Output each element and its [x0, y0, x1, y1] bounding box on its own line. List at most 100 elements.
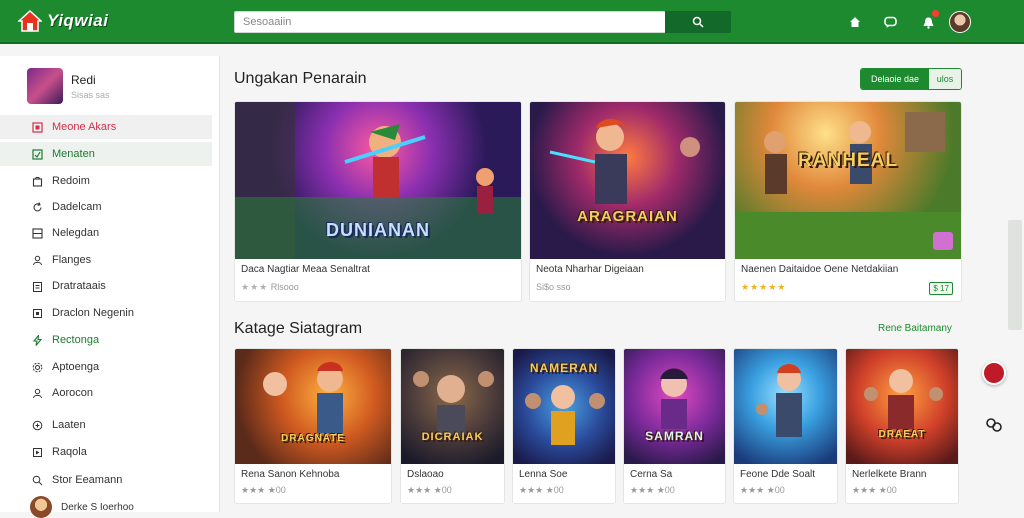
floating-record-button[interactable] — [982, 361, 1006, 385]
game-title: Rena Sanon Kehnoba — [241, 469, 340, 480]
sidebar-item-label: Draclon Negenin — [52, 307, 134, 319]
profile-card[interactable]: Redi Sisas sas — [27, 68, 110, 104]
game-thumbnail: ARAGRAIAN — [530, 102, 725, 259]
user-avatar[interactable] — [949, 11, 971, 33]
sidebar-item-label: Dratrataais — [52, 280, 106, 292]
footer-user-name: Derke S Ioerhoo — [61, 501, 134, 513]
sidebar-item-menu[interactable]: Menaten — [0, 142, 212, 166]
rating-stars: ★★★★★ — [741, 282, 787, 292]
game-thumbnail: DUNIANAN — [235, 102, 521, 259]
logo[interactable]: Yiqwiai — [18, 9, 108, 33]
game-title: Feone Dde Soalt — [740, 469, 816, 480]
game-card[interactable]: DICRAIAK Dslaoao ★★★ ★00 — [400, 348, 505, 504]
flag-icon — [31, 446, 43, 458]
sidebar-item-store[interactable]: Redoim — [0, 169, 212, 193]
game-card[interactable]: DRAGNATE Rena Sanon Kehnoba ★★★ ★00 — [234, 348, 392, 504]
game-rating: ★★★ ★00 — [407, 485, 452, 495]
game-title: Neota Nharhar Digeiaan — [536, 264, 644, 275]
sidebar-item-stats[interactable]: Dratrataais — [0, 274, 212, 298]
game-title: Lenna Soe — [519, 469, 568, 480]
circle-plus-icon — [31, 419, 43, 431]
sidebar-item-home[interactable]: Meone Akars — [0, 115, 212, 139]
game-thumbnail: SAMRAN — [624, 349, 725, 464]
sidebar-item-rewards[interactable]: Rectonga — [0, 328, 212, 352]
game-rating: ★★★ ★00 — [630, 485, 675, 495]
game-logo-text: DRAGNATE — [281, 433, 345, 444]
link-icon[interactable] — [985, 416, 1003, 434]
game-title: Cerna Sa — [630, 469, 673, 480]
toggle-option-active[interactable]: Delaoie dae — [861, 69, 929, 89]
sidebar-footer-user[interactable]: Derke S Ioerhoo — [30, 496, 134, 518]
game-rating: ★★★ ★00 — [852, 485, 897, 495]
game-rating: ★★★ Rlsooo — [241, 282, 299, 293]
game-title: Nerlelkete Brann — [852, 469, 927, 480]
game-thumbnail: RANHEAL — [735, 102, 961, 259]
sidebar-item-settings[interactable]: Aptoenga — [0, 355, 212, 379]
chat-icon[interactable] — [881, 13, 899, 31]
profile-subtitle: Sisas sas — [71, 89, 110, 100]
gear-icon — [31, 361, 43, 373]
sidebar-item-help[interactable]: Laaten — [0, 413, 212, 437]
game-rating: ★★★ ★00 — [519, 485, 564, 495]
game-title: Daca Nagtiar Meaa Senaltrat — [241, 264, 370, 275]
game-thumbnail: NAMERAN — [513, 349, 615, 464]
sidebar-item-download[interactable]: Dadelcam — [0, 195, 212, 219]
sidebar-item-label: Flanges — [52, 254, 92, 266]
game-card[interactable]: Feone Dde Soalt ★★★ ★00 — [733, 348, 838, 504]
sidebar-item-label: Aptoenga — [52, 361, 100, 373]
rating-count: Rlsooo — [270, 282, 299, 292]
game-logo-text: DICRAIAK — [421, 431, 484, 443]
featured-game-card[interactable]: RANHEAL Naenen Daitaidoe Oene Netdakiian… — [734, 101, 962, 302]
search-input[interactable]: Sesoaaiin — [234, 11, 666, 33]
game-card[interactable]: SAMRAN Cerna Sa ★★★ ★00 — [623, 348, 726, 504]
sidebar-item-account[interactable]: Aorocon — [0, 381, 212, 405]
game-title: Dslaoao — [407, 469, 444, 480]
view-toggle[interactable]: Delaoie dae ulos — [860, 68, 962, 90]
notification-bell-icon[interactable] — [919, 10, 939, 31]
game-logo-text: NAMERAN — [529, 361, 599, 375]
sidebar-item-label: Aorocon — [52, 387, 93, 399]
sidebar-item-logout[interactable]: Stor Eeamann — [0, 468, 212, 492]
sidebar-item-library[interactable]: Nelegdan — [0, 221, 212, 245]
sidebar-item-label: Raqola — [52, 446, 87, 458]
scrollbar[interactable] — [1008, 220, 1022, 330]
game-thumbnail — [734, 349, 837, 464]
featured-game-card[interactable]: ARAGRAIAN Neota Nharhar Digeiaan Si$o ss… — [529, 101, 726, 302]
home-icon[interactable] — [846, 13, 864, 31]
rating-stars: ★★★ — [241, 282, 269, 292]
logo-text: Yiqwiai — [47, 11, 109, 30]
sidebar-item-report[interactable]: Raqola — [0, 440, 212, 464]
featured-game-card[interactable]: DUNIANAN Daca Nagtiar Meaa Senaltrat ★★★… — [234, 101, 522, 302]
search-button[interactable] — [665, 11, 731, 33]
grid-icon — [31, 227, 43, 239]
game-thumbnail: DICRAIAK — [401, 349, 504, 464]
toggle-option-inactive[interactable]: ulos — [929, 69, 961, 89]
sidebar-item-label: Menaten — [52, 148, 95, 160]
top-bar: Yiqwiai Sesoaaiin — [0, 0, 1024, 44]
home-logo-icon — [18, 9, 42, 32]
sidebar-item-label: Redoim — [52, 175, 90, 187]
game-card[interactable]: NAMERAN Lenna Soe ★★★ ★00 — [512, 348, 616, 504]
game-rating: Si$o sso — [536, 282, 571, 292]
game-logo-text: DRAEAT — [878, 429, 926, 440]
user-icon — [31, 387, 43, 399]
square-icon — [31, 121, 43, 133]
sidebar-item-label: Dadelcam — [52, 201, 102, 213]
game-thumbnail: DRAGNATE — [235, 349, 391, 464]
price-badge: $ 17 — [929, 282, 953, 295]
game-logo-text: SAMRAN — [645, 429, 704, 443]
see-all-link[interactable]: Rene Baitamany — [878, 323, 952, 334]
game-card[interactable]: DRAEAT Nerlelkete Brann ★★★ ★00 — [845, 348, 959, 504]
game-logo-text: ARAGRAIAN — [577, 208, 678, 225]
sidebar-item-tournaments[interactable]: Draclon Negenin — [0, 301, 212, 325]
game-title: Naenen Daitaidoe Oene Netdakiian — [741, 264, 899, 275]
profile-name: Redi — [71, 72, 96, 87]
search-icon — [31, 474, 43, 486]
sidebar-item-friends[interactable]: Flanges — [0, 248, 212, 272]
game-logo-text: DUNIANAN — [326, 220, 430, 240]
game-rating: ★★★★★ — [741, 282, 786, 293]
lightning-icon — [31, 334, 43, 346]
trophy-icon — [31, 307, 43, 319]
footer-avatar — [30, 496, 52, 518]
box-icon — [31, 148, 43, 160]
